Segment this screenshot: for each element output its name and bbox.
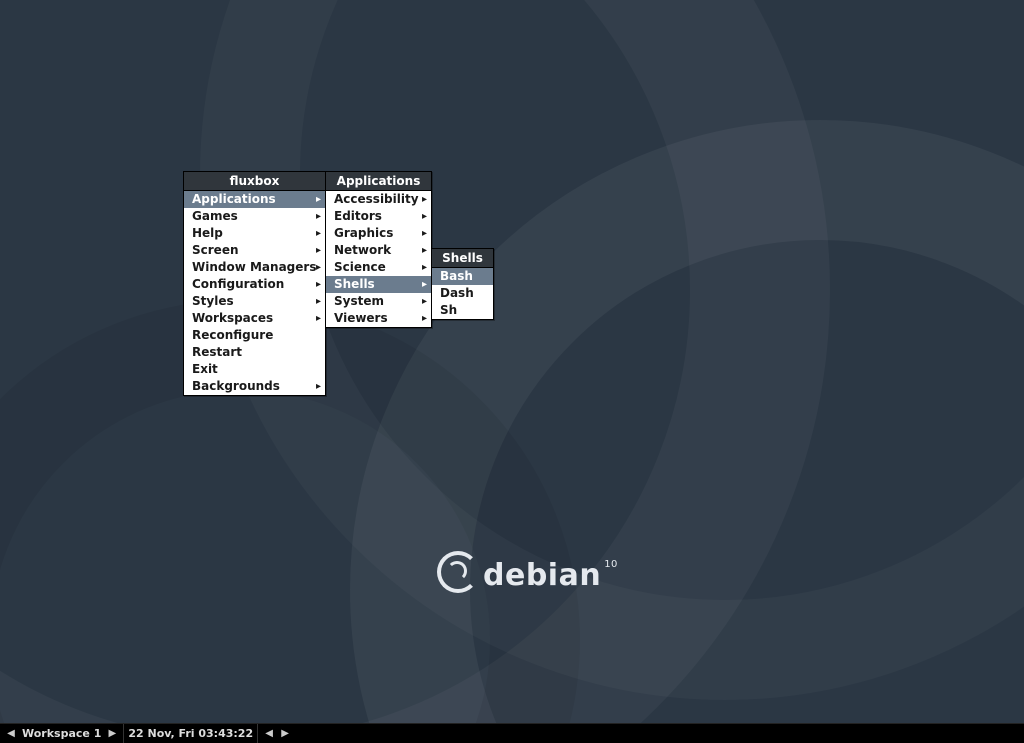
workspace-label[interactable]: Workspace 1	[18, 727, 105, 740]
menu-item-label: Network	[334, 243, 391, 257]
workspace-next-arrow-icon[interactable]: ▶	[105, 728, 119, 739]
menu-item[interactable]: Science	[326, 259, 431, 276]
menu-item[interactable]: Reconfigure	[184, 327, 325, 344]
menu-item-label: System	[334, 294, 384, 308]
menu-item-label: Sh	[440, 303, 457, 317]
menu-item[interactable]: Help	[184, 225, 325, 242]
menu-item-label: Exit	[192, 362, 218, 376]
debian-version: 10	[604, 559, 618, 570]
menu-item[interactable]: Viewers	[326, 310, 431, 327]
taskbar-clock: 22 Nov, Fri 03:43:22	[124, 724, 258, 743]
menu-title: Applications	[326, 172, 431, 191]
menu-item-list: Applications Games Help Screen Window Manage…	[184, 191, 325, 395]
menu-item[interactable]: Applications	[184, 191, 325, 208]
menu-item[interactable]: Games	[184, 208, 325, 225]
menu-item[interactable]: Exit	[184, 361, 325, 378]
menu-item-label: Screen	[192, 243, 239, 257]
menu-item-label: Styles	[192, 294, 234, 308]
workspace-prev-arrow-icon[interactable]: ◀	[4, 728, 18, 739]
taskbar: ◀ Workspace 1 ▶ 22 Nov, Fri 03:43:22 ◀ ▶	[0, 723, 1024, 743]
desktop-wallpaper[interactable]: debian 10	[0, 0, 1024, 743]
menu-item[interactable]: Editors	[326, 208, 431, 225]
shells-submenu[interactable]: Shells Bash Dash Sh	[431, 248, 494, 320]
menu-item[interactable]: Shells	[326, 276, 431, 293]
menu-item-list: Bash Dash Sh	[432, 268, 493, 319]
menu-item[interactable]: Configuration	[184, 276, 325, 293]
menu-item[interactable]: Window Managers	[184, 259, 325, 276]
menu-item-label: Restart	[192, 345, 242, 359]
menu-item-label: Editors	[334, 209, 382, 223]
menu-title: Shells	[432, 249, 493, 268]
menu-item-label: Backgrounds	[192, 379, 280, 393]
debian-logo: debian 10	[437, 554, 615, 596]
menu-item[interactable]: Graphics	[326, 225, 431, 242]
workspace-switcher: ◀ Workspace 1 ▶	[0, 724, 124, 743]
applications-submenu[interactable]: Applications Accessibility Editors Graphic…	[325, 171, 432, 328]
menu-item-label: Shells	[334, 277, 375, 291]
menu-item-label: Applications	[192, 192, 276, 206]
menu-item-label: Bash	[440, 269, 473, 283]
menu-item[interactable]: Accessibility	[326, 191, 431, 208]
menu-item[interactable]: Screen	[184, 242, 325, 259]
menu-item[interactable]: Workspaces	[184, 310, 325, 327]
window-next-arrow-icon[interactable]: ▶	[278, 728, 292, 739]
menu-item-label: Viewers	[334, 311, 388, 325]
menu-title: fluxbox	[184, 172, 325, 191]
menu-item-label: Graphics	[334, 226, 393, 240]
menu-item-label: Science	[334, 260, 386, 274]
menu-item-list: Accessibility Editors Graphics Network Scien…	[326, 191, 431, 327]
debian-spiral-icon	[437, 551, 479, 593]
menu-item-label: Dash	[440, 286, 474, 300]
window-cycle: ◀ ▶	[258, 724, 296, 743]
menu-item-label: Reconfigure	[192, 328, 273, 342]
menu-item[interactable]: Styles	[184, 293, 325, 310]
clock-text: 22 Nov, Fri 03:43:22	[128, 727, 253, 740]
menu-item-label: Configuration	[192, 277, 284, 291]
menu-item-label: Window Managers	[192, 260, 316, 274]
menu-item-label: Workspaces	[192, 311, 273, 325]
menu-item[interactable]: Bash	[432, 268, 493, 285]
menu-item[interactable]: Backgrounds	[184, 378, 325, 395]
menu-item-label: Games	[192, 209, 238, 223]
menu-item[interactable]: System	[326, 293, 431, 310]
window-prev-arrow-icon[interactable]: ◀	[262, 728, 276, 739]
debian-wordmark: debian	[483, 558, 601, 593]
menu-item-label: Accessibility	[334, 192, 419, 206]
menu-item[interactable]: Network	[326, 242, 431, 259]
menu-item[interactable]: Restart	[184, 344, 325, 361]
menu-item-label: Help	[192, 226, 223, 240]
menu-item[interactable]: Sh	[432, 302, 493, 319]
menu-item[interactable]: Dash	[432, 285, 493, 302]
fluxbox-root-menu[interactable]: fluxbox Applications Games Help Screen Windo…	[183, 171, 326, 396]
